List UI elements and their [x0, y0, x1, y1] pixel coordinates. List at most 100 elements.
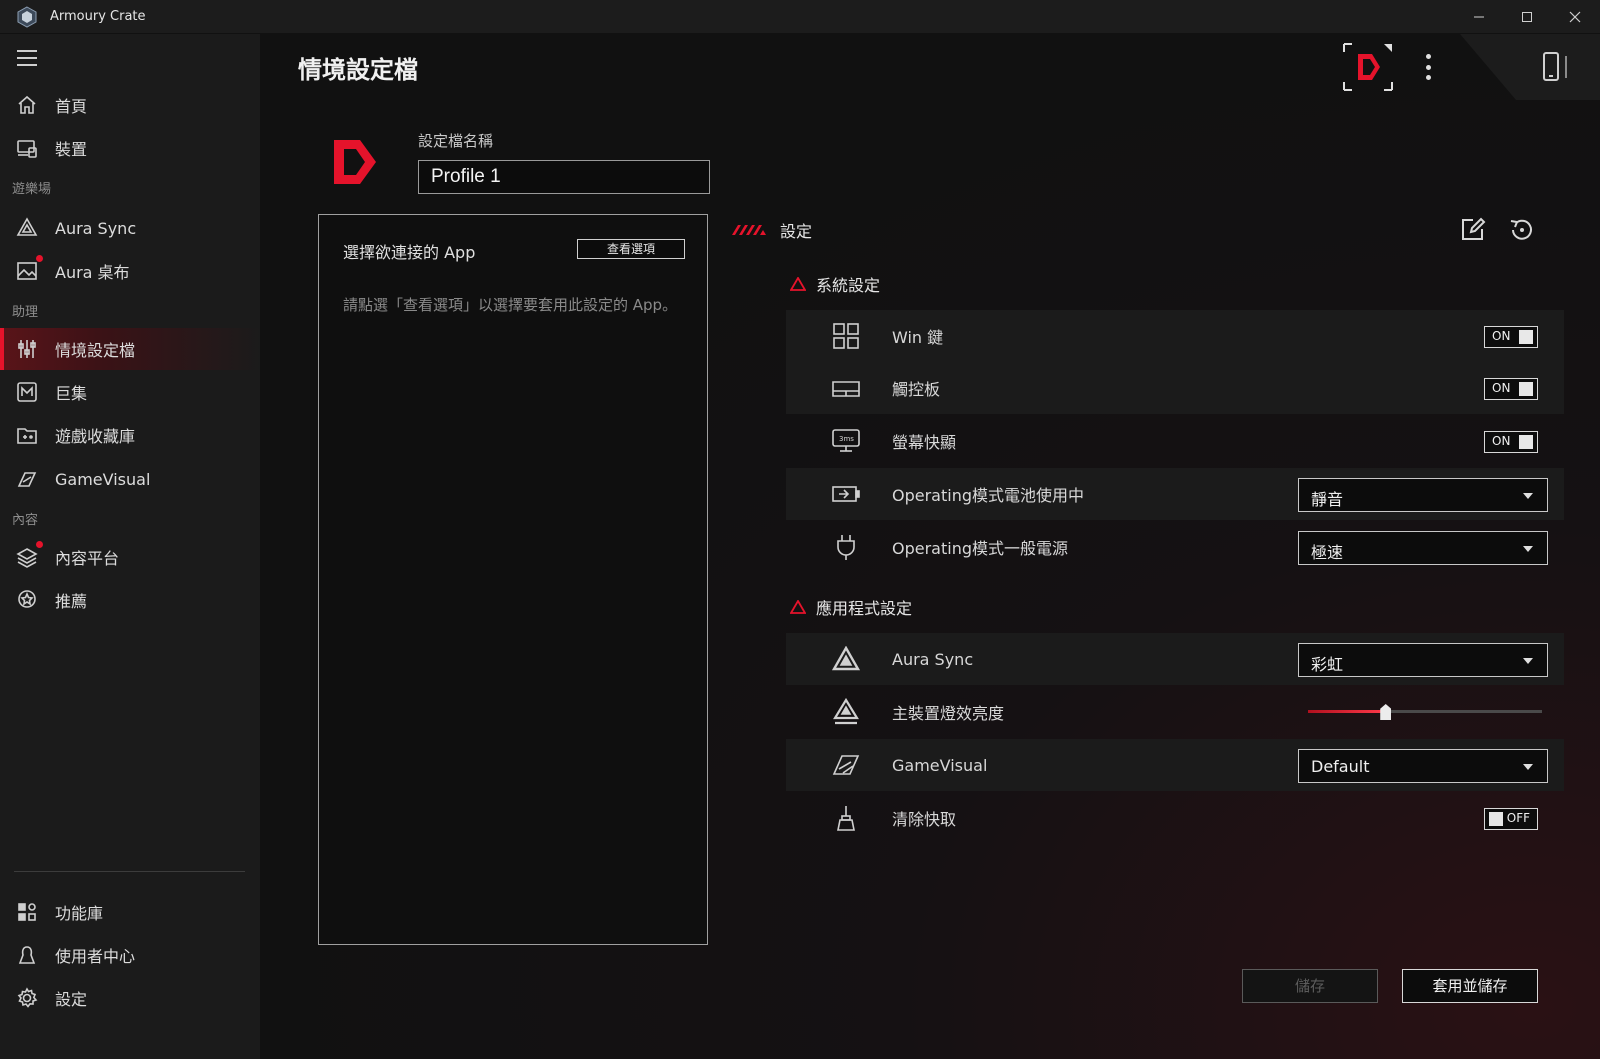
hamburger-menu-icon[interactable]: [17, 50, 37, 66]
sidebar-item-content-platform[interactable]: 內容平台: [0, 536, 260, 578]
device-panel-icon: [1543, 52, 1567, 81]
sidebar-item-aura-wallpaper[interactable]: Aura 桌布: [0, 250, 260, 292]
battery-icon: [830, 480, 862, 508]
aura-sync-select[interactable]: 彩虹: [1298, 643, 1548, 677]
content-platform-icon: [15, 541, 43, 569]
win-key-toggle[interactable]: ON: [1484, 326, 1538, 348]
gamevisual-select[interactable]: Default: [1298, 749, 1548, 783]
warning-triangle-icon: [790, 277, 806, 291]
sidebar-item-scenario-profiles[interactable]: 情境設定檔: [0, 328, 260, 370]
app-panel-hint: 請點選「查看選項」以選擇要套用此設定的 App。: [343, 296, 678, 314]
sidebar-item-label: 情境設定檔: [55, 341, 136, 360]
setting-row-clear-cache: 清除快取 OFF: [786, 792, 1564, 844]
setting-label: GameVisual: [892, 755, 988, 775]
sidebar-item-gamevisual[interactable]: GameVisual: [0, 458, 260, 500]
setting-label: Operating模式一般電源: [892, 539, 1068, 558]
sidebar-item-label: 遊戲收藏庫: [55, 427, 136, 446]
maximize-icon: [1522, 12, 1532, 22]
slider-thumb[interactable]: [1380, 704, 1392, 720]
setting-row-battery-mode: Operating模式電池使用中 靜音: [786, 468, 1564, 520]
app-selection-panel: 選擇欲連接的 App 查看選項 請點選「查看選項」以選擇要套用此設定的 App。: [318, 214, 708, 945]
sidebar-item-aura-sync[interactable]: Aura Sync: [0, 207, 260, 249]
settings-gear-icon: [15, 986, 39, 1010]
recommend-icon: [15, 588, 39, 612]
chevron-down-icon: [1523, 546, 1533, 552]
setting-row-gamevisual: GameVisual Default: [786, 739, 1564, 791]
settings-label: 設定: [780, 222, 813, 241]
page-title: 情境設定檔: [298, 56, 418, 84]
more-options-icon[interactable]: [1425, 54, 1431, 80]
setting-label: 主裝置燈效亮度: [892, 704, 1005, 723]
windows-key-icon: [830, 322, 862, 350]
touchpad-toggle[interactable]: ON: [1484, 378, 1538, 400]
section-label-assistant: 助理: [12, 305, 39, 320]
feature-library-icon: [15, 900, 39, 924]
profile-switch-icon[interactable]: [1342, 42, 1394, 92]
setting-row-brightness: 主裝置燈效亮度: [786, 686, 1564, 738]
app-settings-title: 應用程式設定: [790, 595, 912, 619]
sidebar-item-label: GameVisual: [55, 469, 151, 489]
section-label-content: 內容: [12, 513, 39, 528]
app-panel-title: 選擇欲連接的 App: [343, 243, 476, 262]
warning-triangle-icon: [790, 600, 806, 614]
sidebar-item-device[interactable]: 裝置: [0, 127, 260, 169]
setting-label: Operating模式電池使用中: [892, 486, 1084, 505]
sidebar-item-label: 巨集: [55, 384, 88, 403]
monitor-overdrive-icon: 3ms: [830, 427, 862, 455]
close-button[interactable]: [1552, 0, 1598, 34]
sidebar-item-label: Aura 桌布: [55, 263, 130, 282]
chevron-down-icon: [1523, 658, 1533, 664]
chevron-down-icon: [1523, 764, 1533, 770]
game-library-icon: [15, 423, 39, 447]
aura-brightness-icon: [830, 698, 862, 726]
section-label-playground: 遊樂場: [12, 182, 52, 197]
aura-sync-icon: [15, 216, 39, 240]
aura-sync-icon: [830, 645, 862, 673]
close-icon: [1569, 11, 1581, 23]
maximize-button[interactable]: [1504, 0, 1550, 34]
system-settings-title: 系統設定: [790, 272, 880, 296]
sidebar-item-label: 使用者中心: [55, 947, 136, 966]
sidebar-item-label: 裝置: [55, 140, 88, 159]
sidebar-item-label: 功能庫: [55, 904, 104, 923]
ac-mode-select[interactable]: 極速: [1298, 531, 1548, 565]
notification-dot: [36, 541, 43, 548]
sidebar-item-user-center[interactable]: 使用者中心: [0, 934, 260, 976]
reset-icon[interactable]: [1508, 216, 1536, 244]
sidebar: 首頁 裝置 遊樂場 Aura Sync Aura 桌布 助理 情境設定檔 巨集 …: [0, 34, 260, 1059]
touchpad-icon: [830, 374, 862, 402]
brightness-slider[interactable]: [1308, 704, 1542, 720]
home-icon: [15, 93, 39, 117]
profile-name-input[interactable]: [418, 160, 710, 194]
main-content: 情境設定檔 設定檔名稱 選擇欲連接的 App 查看選項 請點選「查看選項」以選擇…: [260, 34, 1600, 1059]
panel-overdrive-toggle[interactable]: ON: [1484, 431, 1538, 453]
sidebar-item-macro[interactable]: 巨集: [0, 371, 260, 413]
clear-cache-toggle[interactable]: OFF: [1484, 808, 1538, 830]
save-button[interactable]: 儲存: [1242, 969, 1378, 1003]
minimize-icon: [1474, 16, 1484, 18]
sidebar-item-settings[interactable]: 設定: [0, 977, 260, 1019]
sidebar-item-game-library[interactable]: 遊戲收藏庫: [0, 414, 260, 456]
sidebar-item-feature-library[interactable]: 功能庫: [0, 891, 260, 933]
sidebar-item-label: 首頁: [55, 97, 88, 116]
view-options-button[interactable]: 查看選項: [577, 239, 685, 259]
settings-header: 設定: [732, 218, 812, 242]
device-panel-toggle[interactable]: [1460, 34, 1600, 100]
setting-label: Aura Sync: [892, 649, 974, 669]
svg-text:3ms: 3ms: [839, 435, 854, 443]
setting-label: 螢幕快顯: [892, 433, 957, 452]
sidebar-item-label: 內容平台: [55, 549, 120, 568]
battery-mode-select[interactable]: 靜音: [1298, 478, 1548, 512]
user-center-icon: [15, 943, 39, 967]
chevron-down-icon: [1523, 493, 1533, 499]
edit-icon[interactable]: [1460, 216, 1486, 242]
apply-and-save-button[interactable]: 套用並儲存: [1402, 969, 1538, 1003]
sidebar-item-home[interactable]: 首頁: [0, 84, 260, 126]
power-plug-icon: [830, 533, 862, 561]
gamevisual-icon: [830, 751, 862, 779]
setting-row-panel-overdrive: 3ms 螢幕快顯 ON: [786, 415, 1564, 467]
wallpaper-icon: [15, 255, 43, 283]
minimize-button[interactable]: [1456, 0, 1502, 34]
sidebar-item-recommend[interactable]: 推薦: [0, 579, 260, 621]
notification-dot: [36, 255, 43, 262]
